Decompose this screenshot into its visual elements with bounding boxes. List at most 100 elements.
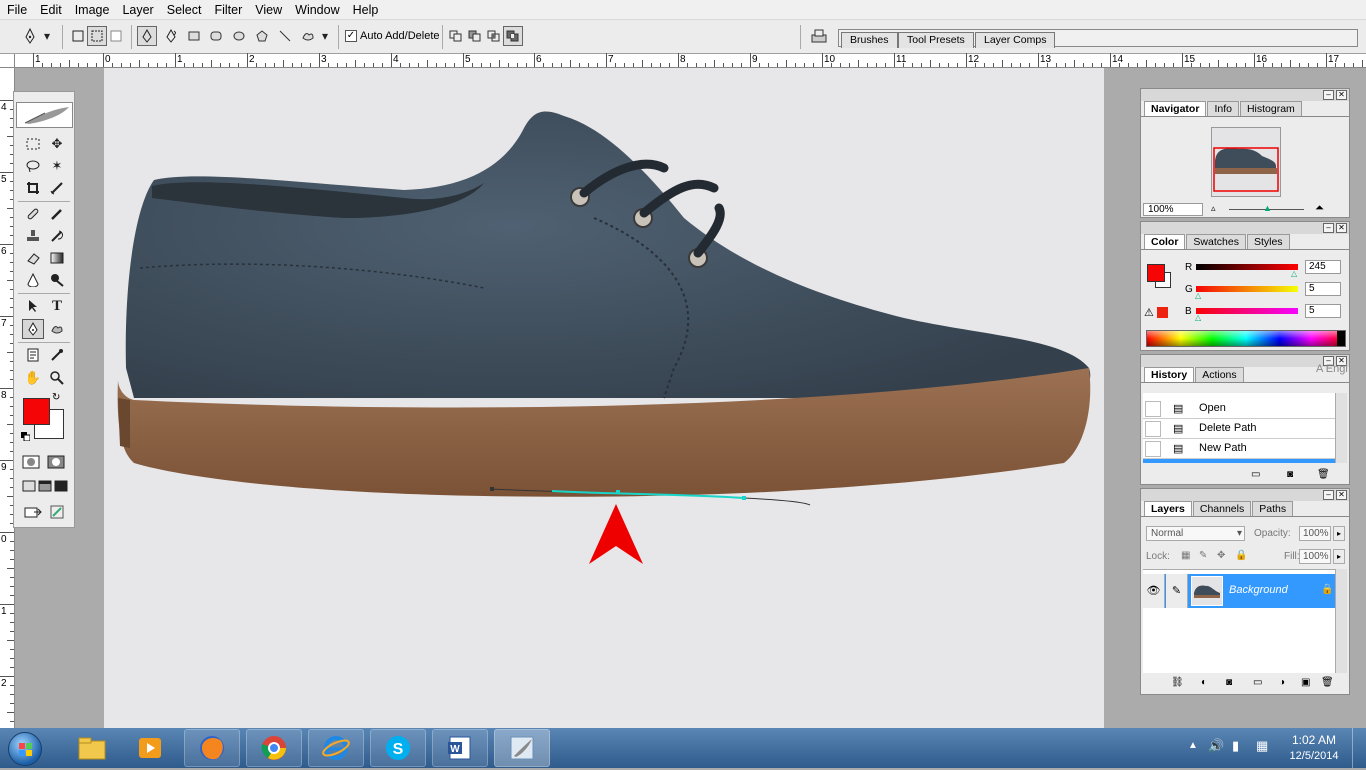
history-item[interactable]: ▤ New Path	[1143, 439, 1335, 459]
lasso-tool-icon[interactable]	[22, 156, 44, 176]
well-tab-layer-comps[interactable]: Layer Comps	[975, 32, 1055, 48]
minimize-icon[interactable]: –	[1323, 490, 1334, 500]
b-slider-thumb-icon[interactable]: △	[1195, 313, 1201, 322]
history-brush-icon[interactable]	[46, 226, 68, 246]
history-brush-source[interactable]	[1145, 441, 1161, 457]
adjustment-layer-icon[interactable]: ◑	[1279, 677, 1285, 688]
explorer-taskbar-icon[interactable]	[64, 729, 120, 767]
clock-date[interactable]: 12/5/2014	[1284, 750, 1344, 762]
layers-scrollbar[interactable]	[1335, 569, 1347, 673]
pen-mode-icon[interactable]	[137, 26, 157, 46]
history-item[interactable]: ▤ Open	[1143, 399, 1335, 419]
history-item[interactable]: ▤ Delete Path	[1143, 419, 1335, 439]
close-icon[interactable]: ✕	[1336, 490, 1347, 500]
polygon-icon[interactable]	[252, 26, 272, 46]
menu-filter[interactable]: Filter	[207, 0, 248, 20]
path-selection-icon[interactable]	[22, 296, 44, 316]
history-scrollbar[interactable]	[1335, 393, 1347, 463]
lock-image-icon[interactable]: ✎	[1199, 550, 1207, 561]
dodge-tool-icon[interactable]	[46, 270, 68, 290]
type-tool-icon[interactable]: T	[46, 296, 68, 316]
hand-tool-icon[interactable]: ✋	[22, 368, 44, 388]
custom-shape-icon[interactable]	[298, 26, 318, 46]
word-taskbar-icon[interactable]: W	[432, 729, 488, 767]
rounded-rectangle-icon[interactable]	[206, 26, 226, 46]
chrome-taskbar-icon[interactable]	[246, 729, 302, 767]
healing-brush-icon[interactable]	[22, 204, 44, 224]
menu-file[interactable]: File	[0, 0, 33, 20]
menu-layer[interactable]: Layer	[115, 0, 159, 20]
firefox-taskbar-icon[interactable]	[184, 729, 240, 767]
layer-style-icon[interactable]: ◐	[1201, 677, 1207, 688]
ellipse-icon[interactable]	[229, 26, 249, 46]
paths-mode-icon[interactable]	[87, 26, 107, 46]
delete-layer-icon[interactable]: 🗑	[1321, 677, 1334, 688]
color-fg-swatch[interactable]	[1147, 264, 1165, 282]
default-colors-icon[interactable]	[21, 430, 30, 439]
g-slider[interactable]	[1196, 286, 1298, 292]
auto-add-delete-checkbox[interactable]: ✓	[345, 30, 357, 42]
gradient-tool-icon[interactable]	[46, 248, 68, 268]
screen-mode-full-icon[interactable]	[50, 476, 72, 496]
tab-color[interactable]: Color	[1144, 234, 1185, 249]
zoom-slider-thumb-icon[interactable]: ▲	[1263, 203, 1272, 213]
skype-taskbar-icon[interactable]: S	[370, 729, 426, 767]
add-mask-icon[interactable]: ◙	[1226, 677, 1232, 688]
tab-navigator[interactable]: Navigator	[1144, 101, 1206, 116]
layer-name[interactable]: Background	[1229, 584, 1288, 596]
show-desktop-button[interactable]	[1352, 728, 1366, 768]
fill-arrow-icon[interactable]: ▸	[1333, 549, 1345, 564]
fill-input[interactable]: 100%	[1299, 549, 1331, 564]
slice-tool-icon[interactable]	[46, 178, 68, 198]
imageready-icon[interactable]	[46, 502, 68, 522]
opacity-input[interactable]: 100%	[1299, 526, 1331, 541]
photoshop-taskbar-icon[interactable]	[494, 729, 550, 767]
notes-tool-icon[interactable]	[22, 345, 44, 365]
lock-all-icon[interactable]: 🔒	[1235, 550, 1247, 561]
brush-tool-icon[interactable]	[46, 204, 68, 224]
swap-colors-icon[interactable]: ↻	[52, 392, 60, 403]
tab-styles[interactable]: Styles	[1247, 234, 1290, 249]
intersect-path-area-icon[interactable]	[484, 26, 504, 46]
r-slider[interactable]	[1196, 264, 1298, 270]
tab-history[interactable]: History	[1144, 367, 1194, 382]
lock-transparent-icon[interactable]: ▦	[1181, 550, 1190, 561]
preset-dropdown-icon[interactable]: ▾	[41, 26, 53, 46]
clone-stamp-icon[interactable]	[22, 226, 44, 246]
color-ramp[interactable]	[1146, 330, 1346, 347]
menu-select[interactable]: Select	[160, 0, 208, 20]
gamut-color-swatch[interactable]	[1157, 307, 1168, 318]
geometry-options-dropdown-icon[interactable]: ▾	[319, 26, 331, 46]
history-item-selected[interactable]	[1143, 459, 1335, 463]
zoom-tool-icon[interactable]	[46, 368, 68, 388]
feather-logo-icon[interactable]	[16, 102, 73, 128]
show-hidden-icons-icon[interactable]: ▲	[1188, 740, 1198, 751]
tab-channels[interactable]: Channels	[1193, 501, 1251, 516]
jump-to-imageready-icon[interactable]	[22, 502, 44, 522]
subtract-path-area-icon[interactable]	[465, 26, 485, 46]
close-icon[interactable]: ✕	[1336, 223, 1347, 233]
palette-well-icon[interactable]	[808, 26, 830, 46]
tab-info[interactable]: Info	[1207, 101, 1239, 116]
menu-window[interactable]: Window	[288, 0, 345, 20]
b-value-input[interactable]: 5	[1305, 304, 1341, 318]
custom-shape-tool-icon[interactable]	[46, 319, 68, 339]
tab-swatches[interactable]: Swatches	[1186, 234, 1246, 249]
media-player-taskbar-icon[interactable]	[122, 729, 178, 767]
eyedropper-icon[interactable]	[46, 345, 68, 365]
lock-position-icon[interactable]: ✥	[1217, 550, 1225, 561]
standard-mode-icon[interactable]	[20, 452, 42, 472]
minimize-icon[interactable]: –	[1323, 223, 1334, 233]
zoom-in-icon[interactable]: ⏶	[1315, 202, 1324, 215]
power-icon[interactable]: ▮	[1232, 738, 1239, 754]
new-snapshot-icon[interactable]: ◙	[1287, 469, 1293, 480]
tab-layers[interactable]: Layers	[1144, 501, 1192, 516]
menu-help[interactable]: Help	[346, 0, 385, 20]
freeform-pen-icon[interactable]	[161, 26, 181, 46]
tab-paths[interactable]: Paths	[1252, 501, 1293, 516]
history-brush-source[interactable]	[1145, 401, 1161, 417]
g-slider-thumb-icon[interactable]: △	[1195, 291, 1201, 300]
fill-pixels-icon[interactable]	[106, 26, 126, 46]
new-group-icon[interactable]: ▭	[1253, 677, 1262, 688]
new-document-icon[interactable]: ▭	[1251, 469, 1260, 480]
